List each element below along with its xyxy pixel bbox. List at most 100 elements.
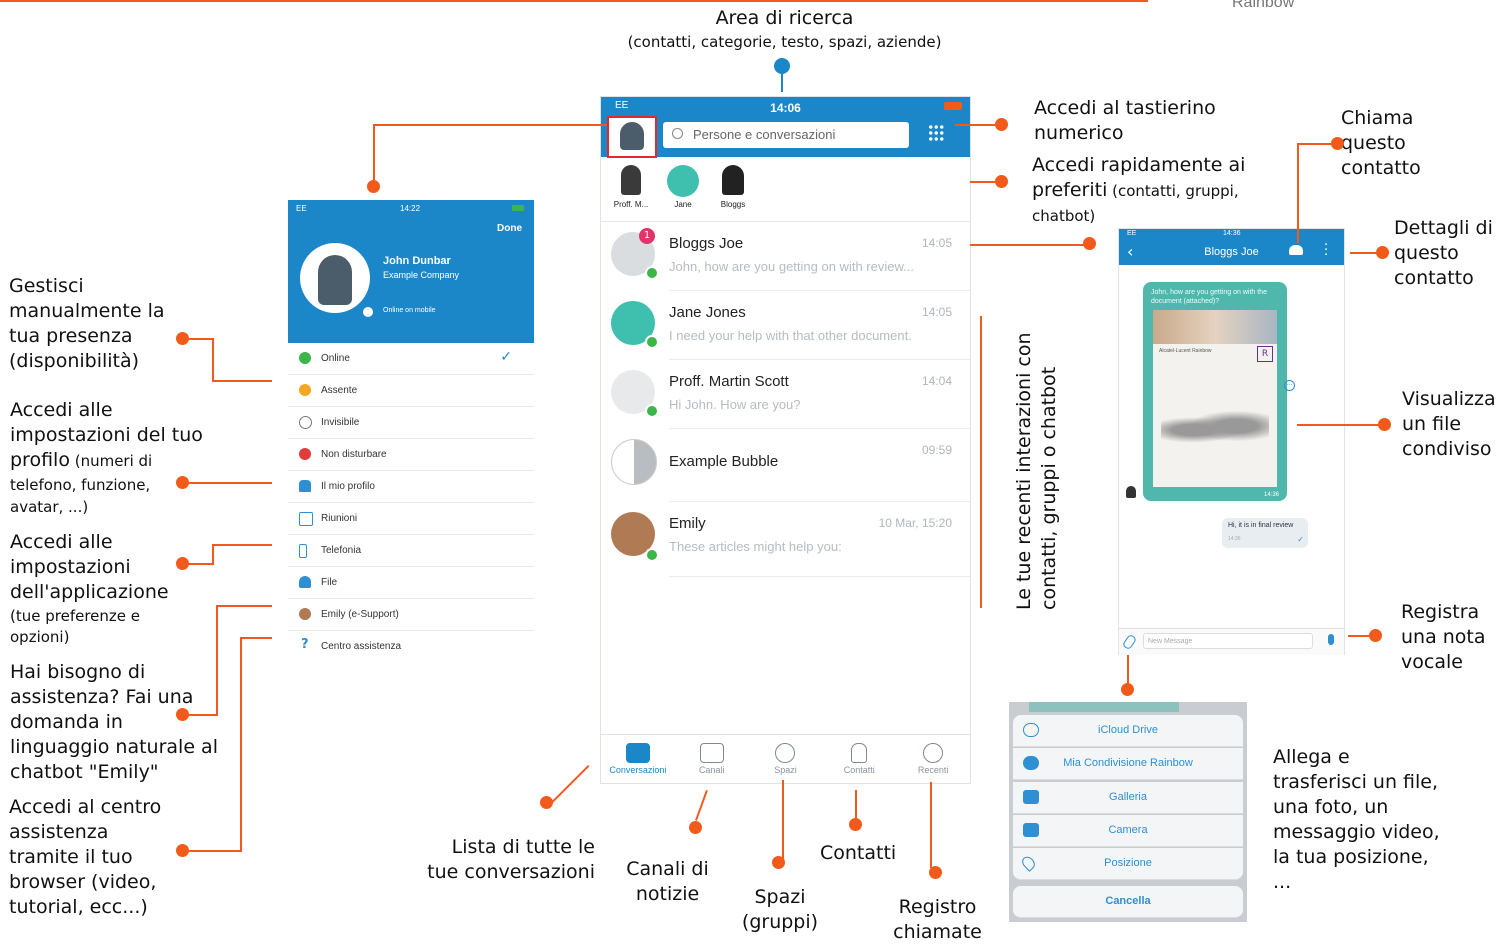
- conversation-item[interactable]: Jane Jones I need your help with that ot…: [611, 291, 970, 360]
- option-label: Mia Condivisione Rainbow: [1063, 757, 1193, 769]
- annotation-line: Visualizza: [1402, 388, 1496, 410]
- conversation-name: Proff. Martin Scott: [669, 373, 789, 390]
- annotation-fragment: preferiti: [1032, 179, 1108, 201]
- avatar-button[interactable]: [607, 116, 657, 158]
- presence-note: Online on mobile: [383, 307, 436, 314]
- option-rainbow-share[interactable]: Mia Condivisione Rainbow: [1013, 748, 1243, 780]
- world-map-graphic: [1161, 410, 1269, 450]
- annotation-chatbot: Hai bisogno di assistenza? Fai una doman…: [10, 660, 218, 785]
- favorite-item[interactable]: Bloggs: [713, 165, 753, 209]
- callout-line: [1297, 143, 1299, 243]
- annotation-line: tua presenza: [9, 325, 133, 347]
- option-camera[interactable]: Camera: [1013, 815, 1243, 847]
- tab-label: Recenti: [917, 765, 949, 775]
- tab-recents[interactable]: Recenti: [896, 735, 970, 783]
- incoming-time: 14:36: [1263, 492, 1279, 498]
- tab-channels[interactable]: Canali: [675, 735, 749, 783]
- conversation-item[interactable]: Proff. Martin Scott Hi John. How are you…: [611, 360, 970, 429]
- annotation-line: chatbot "Emily": [10, 761, 159, 783]
- annotation-recent: Le tue recenti interazioni con contatti,…: [1012, 310, 1062, 611]
- document-title: Alcatel-Lucent Rainbow: [1159, 348, 1212, 354]
- message-input[interactable]: New Message: [1143, 633, 1313, 649]
- rainbow-logo-icon: R: [1257, 346, 1273, 362]
- attach-share-sheet: iCloud Drive Mia Condivisione Rainbow Ga…: [1009, 702, 1247, 922]
- battery-icon: [512, 205, 524, 211]
- annotation-line: chatbot): [1032, 207, 1096, 225]
- file-actions-icon[interactable]: …: [1284, 380, 1295, 391]
- callout-line: [212, 338, 214, 381]
- conversation-item[interactable]: 1 Bloggs Joe John, how are you getting o…: [611, 222, 970, 291]
- user-avatar-icon: [620, 122, 644, 150]
- callout-line: [182, 482, 272, 484]
- annotation-contacts: Contatti: [820, 842, 897, 864]
- row-label: Emily (e-Support): [321, 609, 399, 620]
- menu-meetings[interactable]: Riunioni: [288, 503, 534, 535]
- annotation-line: impostazioni: [10, 556, 131, 578]
- attach-paperclip-icon[interactable]: [1121, 633, 1138, 651]
- more-vertical-icon[interactable]: · · ·: [1324, 239, 1328, 262]
- option-gallery[interactable]: Galleria: [1013, 782, 1243, 814]
- row-label: File: [321, 577, 338, 588]
- annotation-line: Accedi alle: [10, 531, 113, 553]
- menu-help-center[interactable]: ? Centro assistenza: [288, 631, 534, 662]
- check-icon: ✓: [500, 349, 512, 365]
- favorite-avatar: [667, 165, 699, 197]
- tab-conversations[interactable]: Conversazioni: [601, 735, 675, 783]
- presence-online[interactable]: Online ✓: [288, 343, 534, 375]
- annotation-line: contatto: [1341, 157, 1421, 179]
- menu-my-profile[interactable]: Il mio profilo: [288, 471, 534, 503]
- annotation-line: (tue preferenze e: [10, 607, 141, 625]
- presence-dot: [645, 335, 659, 349]
- presence-away[interactable]: Assente: [288, 375, 534, 407]
- conversation-item[interactable]: Example Bubble 09:59: [611, 429, 970, 502]
- annotation-line: Canali di: [626, 858, 709, 880]
- favorite-label: Bloggs: [720, 200, 746, 209]
- dialpad-icon[interactable]: [928, 124, 944, 142]
- menu-telephony[interactable]: Telefonia: [288, 535, 534, 567]
- row-label: Online: [321, 353, 350, 364]
- favorite-item[interactable]: Proff. M...: [611, 165, 651, 209]
- annotation-presence: Gestisci manualmente la tua presenza (di…: [9, 274, 165, 374]
- news-icon: [699, 743, 724, 763]
- annotation-spaces: Spazi (gruppi): [735, 885, 825, 935]
- tab-label: Contatti: [843, 765, 875, 775]
- done-button[interactable]: Done: [497, 223, 522, 234]
- favorite-item[interactable]: Jane: [663, 165, 703, 209]
- callout-dot: [1376, 246, 1389, 259]
- search-input[interactable]: Persone e conversazioni: [663, 122, 909, 148]
- callout-line: [216, 605, 218, 716]
- chat-bubble-icon: [625, 743, 650, 763]
- tab-spaces[interactable]: Spazi: [749, 735, 823, 783]
- callout-line: [240, 637, 242, 852]
- status-time: 14:06: [770, 101, 801, 115]
- microphone-icon[interactable]: [1328, 634, 1334, 645]
- presence-dot: [645, 548, 659, 562]
- option-location[interactable]: Posizione: [1013, 848, 1243, 880]
- callout-line: [1297, 424, 1382, 426]
- presence-dnd[interactable]: Non disturbare: [288, 439, 534, 471]
- callout-line: [782, 780, 784, 860]
- annotation-line: impostazioni del tuo: [10, 424, 203, 446]
- menu-emily-support[interactable]: Emily (e-Support): [288, 599, 534, 631]
- conversation-item[interactable]: Emily These articles might help you: 10 …: [611, 502, 970, 577]
- battery-icon: [944, 102, 962, 110]
- presence-invisible[interactable]: Invisibile: [288, 407, 534, 439]
- callout-line: [182, 714, 218, 716]
- conversation-time: 14:05: [921, 305, 952, 319]
- conversation-time: 14:04: [921, 374, 952, 388]
- annotation-line: Gestisci: [9, 275, 84, 297]
- cancel-button[interactable]: Cancella: [1013, 886, 1243, 918]
- search-icon: [672, 128, 683, 139]
- document-preview-image[interactable]: Alcatel-Lucent Rainbow R: [1153, 310, 1277, 487]
- callout-line: [182, 563, 214, 565]
- tab-contacts[interactable]: Contatti: [822, 735, 896, 783]
- profile-avatar: [300, 243, 370, 313]
- menu-files[interactable]: File: [288, 567, 534, 599]
- callout-line: [216, 605, 272, 607]
- incoming-file-bubble[interactable]: John, how are you getting on with the do…: [1143, 282, 1287, 501]
- annotation-line: Accedi alle: [10, 399, 113, 421]
- call-phone-icon[interactable]: [1289, 245, 1303, 255]
- option-icloud-drive[interactable]: iCloud Drive: [1013, 715, 1243, 747]
- read-check-icon: ✓: [1297, 535, 1304, 544]
- annotation-details: Dettagli di questo contatto: [1394, 216, 1493, 291]
